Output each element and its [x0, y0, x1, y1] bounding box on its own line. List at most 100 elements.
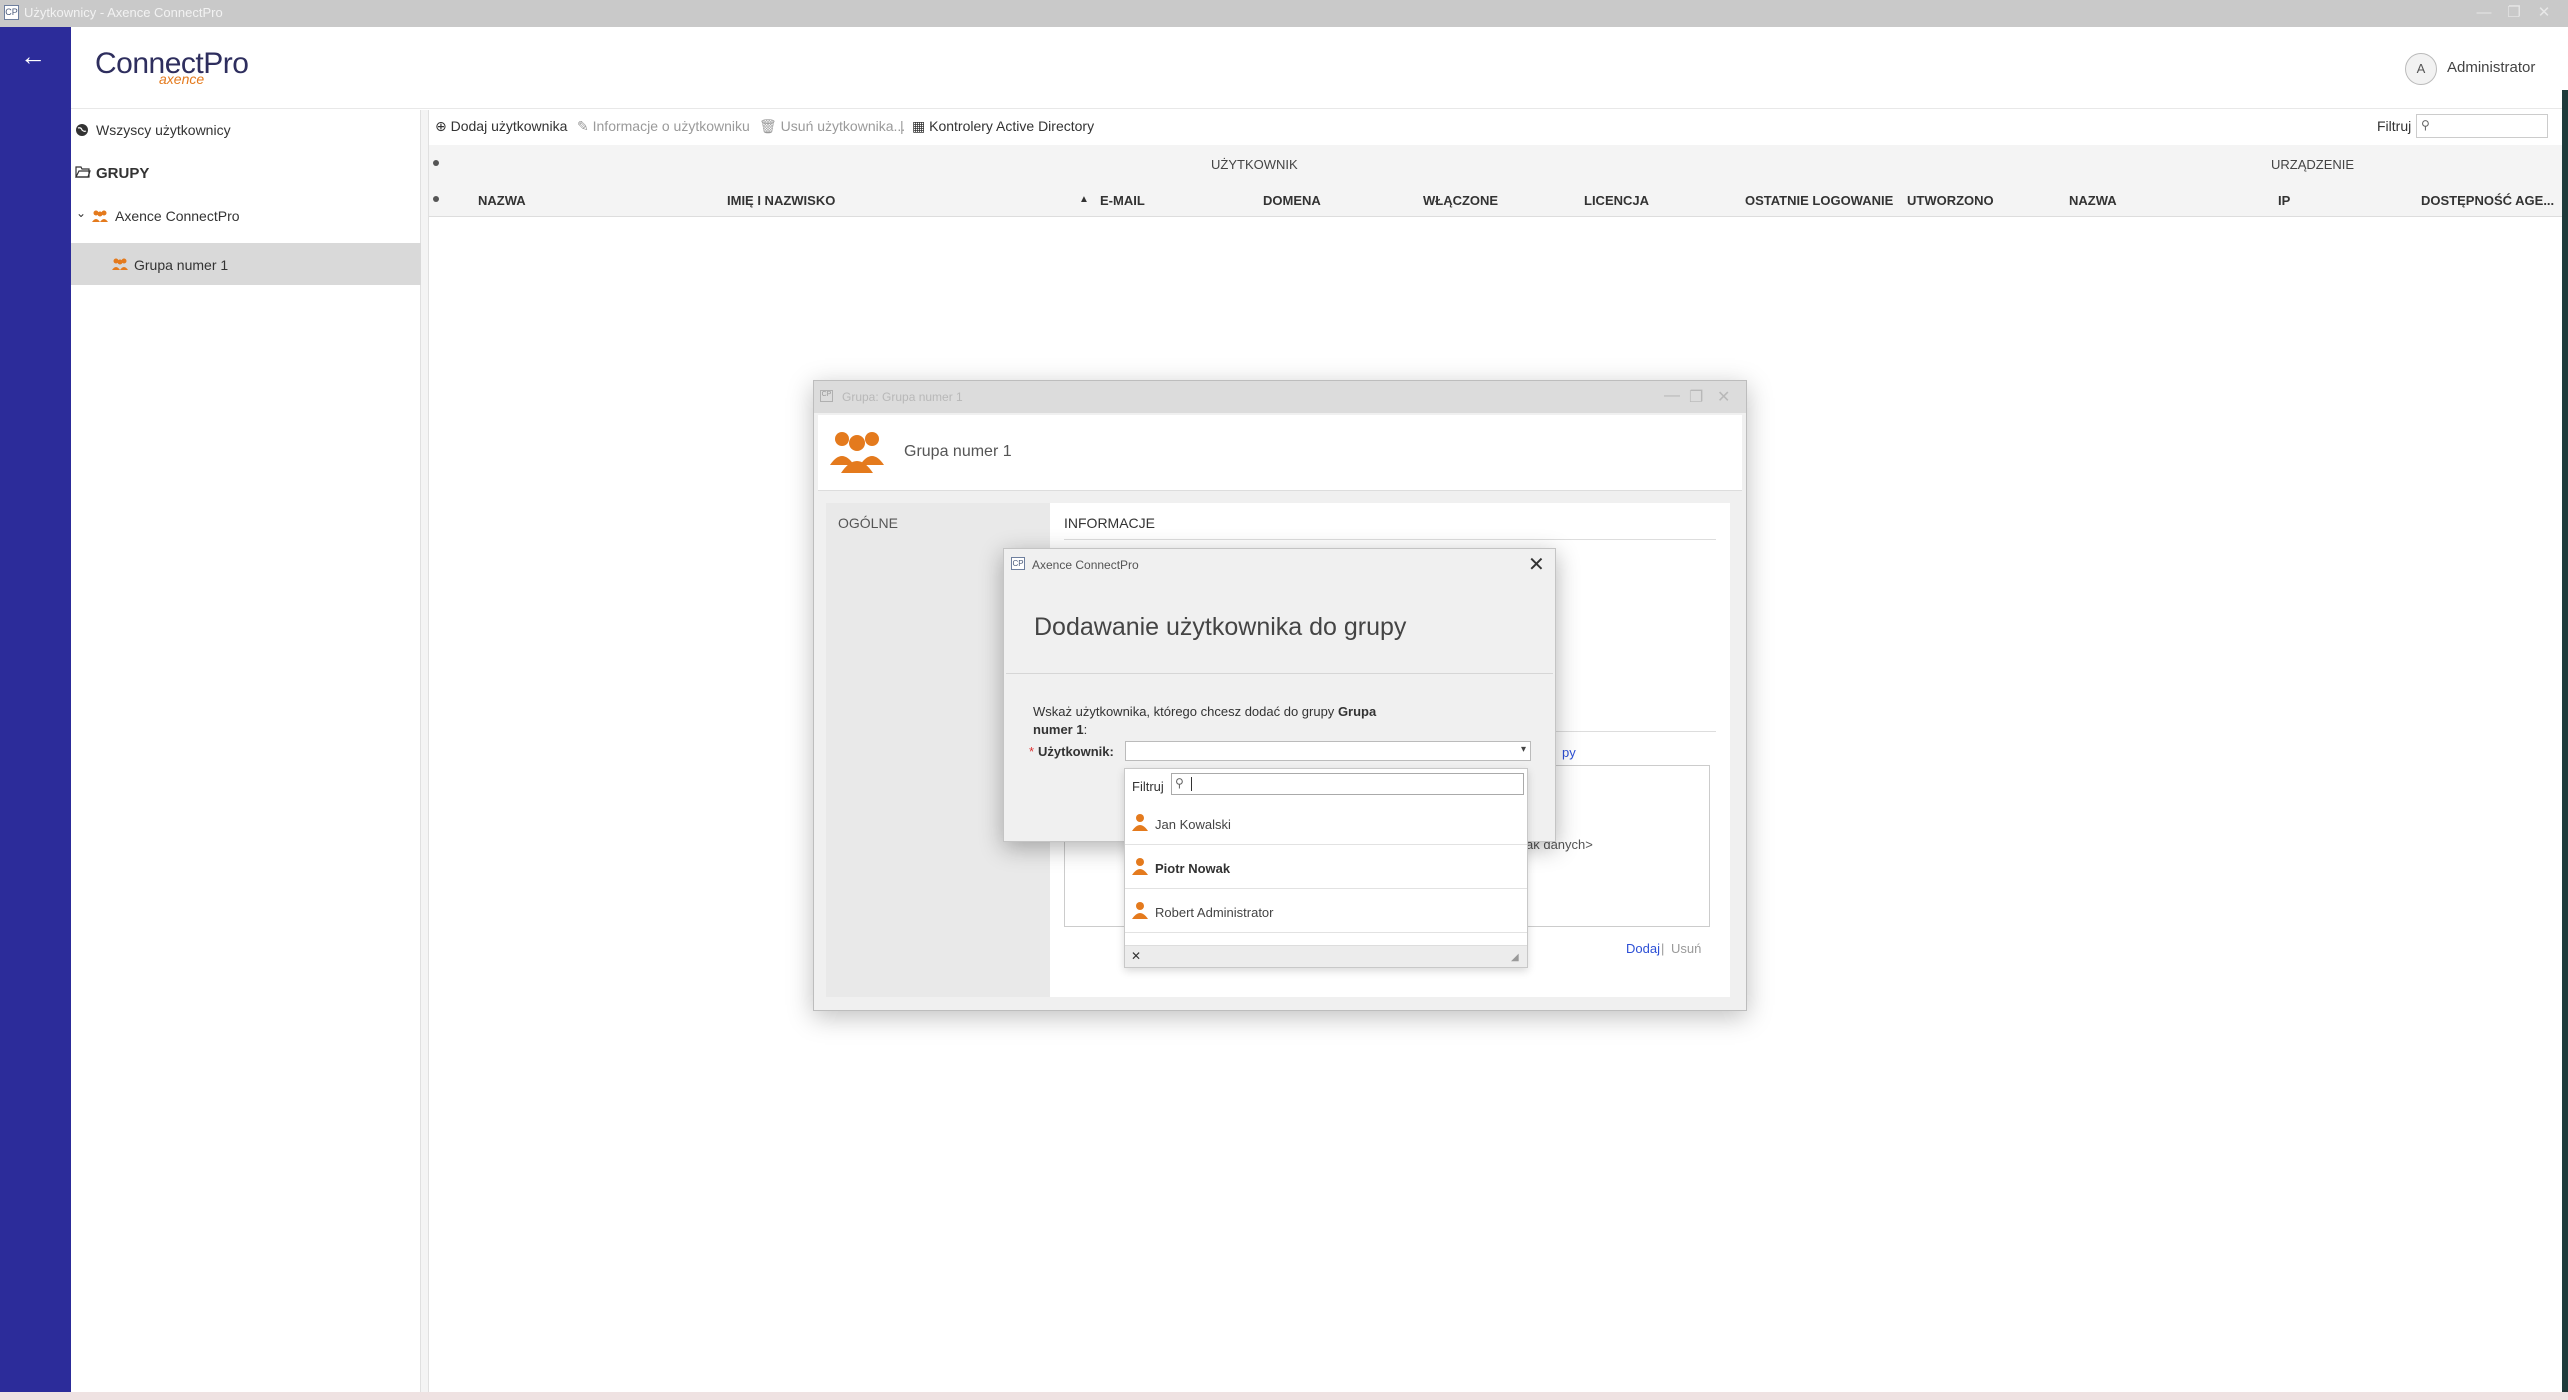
close-icon[interactable]: ✕: [1528, 552, 1545, 577]
table-header: UŻYTKOWNIK URZĄDZENIE NAZWA IMIĘ I NAZWI…: [429, 145, 2568, 217]
window-title: Użytkownicy - Axence ConnectPro: [24, 5, 223, 20]
column-header-email[interactable]: E-MAIL: [1100, 193, 1145, 208]
link-separator: |: [1661, 941, 1665, 956]
dropdown-option[interactable]: Jan Kowalski: [1125, 801, 1527, 845]
window-title-bar: CP Użytkownicy - Axence ConnectPro — ❐ ✕: [0, 0, 2568, 27]
chevron-down-icon[interactable]: ⌄: [76, 206, 86, 220]
app-logo-icon: CP: [1011, 557, 1025, 570]
column-header-last-login[interactable]: OSTATNIE LOGOWANIE: [1745, 193, 1893, 208]
server-icon: ▦: [912, 118, 926, 134]
group-window-header: Grupa numer 1: [818, 415, 1742, 491]
minimize-icon[interactable]: —: [1664, 387, 1680, 405]
avatar[interactable]: A: [2405, 53, 2437, 85]
column-header-device-name[interactable]: NAZWA: [2069, 193, 2117, 208]
group-icon: [111, 257, 129, 274]
filter-input[interactable]: ⚲: [2416, 114, 2548, 138]
dropdown-filter-label: Filtruj: [1132, 779, 1164, 794]
group-large-icon: [828, 429, 886, 478]
dialog-title-bar: CP Axence ConnectPro ✕: [1004, 549, 1555, 577]
folder-open-icon: [75, 165, 91, 182]
add-user-button[interactable]: ⊕ Dodaj użytkownika: [435, 118, 567, 135]
column-header-domain[interactable]: DOMENA: [1263, 193, 1321, 208]
close-icon[interactable]: ✕: [2530, 3, 2558, 23]
remove-member-link[interactable]: Usuń: [1671, 941, 1701, 956]
instruction-end: :: [1083, 722, 1088, 737]
tab-general[interactable]: OGÓLNE: [838, 515, 898, 531]
nav-rail: ←: [0, 27, 71, 1392]
dropdown-option[interactable]: Robert Administrator: [1125, 889, 1527, 933]
text-cursor: [1191, 777, 1192, 791]
current-user-name[interactable]: Administrator: [2447, 59, 2535, 76]
user-icon: [1132, 857, 1148, 875]
sidebar-section-groups: GRUPY: [71, 153, 421, 193]
app-header: ConnectPro axence A Administrator: [71, 27, 2568, 109]
remove-user-label: Usuń użytkownika...: [780, 118, 906, 134]
tree-item-group-1[interactable]: Grupa numer 1: [71, 243, 421, 285]
brand-logo: axence: [159, 71, 205, 87]
tree-item-label: Axence ConnectPro: [115, 208, 240, 224]
user-info-label: Informacje o użytkowniku: [592, 118, 750, 134]
column-header-name[interactable]: NAZWA: [478, 193, 526, 208]
column-header-enabled[interactable]: WŁĄCZONE: [1423, 193, 1498, 208]
dialog-title: Axence ConnectPro: [1032, 558, 1139, 572]
members-link[interactable]: py: [1562, 745, 1576, 760]
search-icon: ⚲: [1175, 776, 1184, 790]
column-header-agent-availability[interactable]: DOSTĘPNOŚĆ AGE...: [2421, 193, 2554, 208]
dropdown-option[interactable]: Piotr Nowak: [1125, 845, 1527, 889]
dropdown-arrow-icon[interactable]: ▾: [1521, 744, 1526, 755]
tree-item-root[interactable]: ⌄ Axence ConnectPro: [71, 196, 421, 236]
column-header-full-name[interactable]: IMIĘ I NAZWISKO: [727, 193, 835, 208]
sort-ascending-icon: ▲: [1079, 194, 1089, 205]
filter-label: Filtruj: [2377, 118, 2412, 134]
group-icon: [91, 209, 109, 226]
group-name: Grupa numer 1: [904, 443, 1012, 460]
pencil-icon: ✎: [577, 118, 589, 134]
groups-title: GRUPY: [96, 165, 150, 182]
back-arrow-icon[interactable]: ←: [20, 41, 46, 72]
dropdown-filter-input[interactable]: ⚲: [1171, 773, 1524, 795]
close-icon[interactable]: ✕: [1717, 387, 1730, 407]
user-icon: [1132, 813, 1148, 831]
minimize-icon[interactable]: —: [2470, 3, 2498, 23]
app-logo-icon: CP: [820, 390, 833, 402]
remove-user-button[interactable]: 🗑 Usuń użytkownika...: [759, 118, 905, 135]
column-header-created[interactable]: UTWORZONO: [1907, 193, 1994, 208]
tree-item-label: Grupa numer 1: [134, 257, 229, 273]
dialog-heading: Dodawanie użytkownika do grupy: [1034, 613, 1407, 641]
panel-splitter[interactable]: [421, 110, 429, 1392]
taskbar-strip: [0, 1392, 2568, 1400]
divider: [1006, 673, 1553, 674]
user-select[interactable]: ▾: [1125, 741, 1531, 761]
toolbar: ⊕ Dodaj użytkownika ✎ Informacje o użytk…: [429, 110, 2568, 144]
instruction-text: Wskaż użytkownika, którego chcesz dodać …: [1033, 704, 1335, 719]
app-logo-icon: CP: [4, 5, 19, 20]
restore-icon[interactable]: ❐: [2500, 3, 2528, 23]
sidebar: Wszyscy użytkownicy GRUPY ⌄ Axence Conne…: [71, 110, 421, 1392]
add-user-label: Dodaj użytkownika: [450, 118, 568, 134]
user-info-button[interactable]: ✎ Informacje o użytkowniku: [577, 118, 750, 135]
dropdown-option-label: Piotr Nowak: [1155, 861, 1231, 876]
sidebar-item-label: Wszyscy użytkownicy: [96, 122, 231, 138]
column-header-license[interactable]: LICENCJA: [1584, 193, 1649, 208]
user-dropdown: Filtruj ⚲ Jan Kowalski Piotr Nowak Rober…: [1124, 768, 1528, 968]
sidebar-item-all-users[interactable]: Wszyscy użytkownicy: [71, 110, 421, 150]
dropdown-footer: ✕ ◢: [1125, 945, 1527, 967]
required-marker: *: [1029, 744, 1035, 759]
column-header-ip[interactable]: IP: [2278, 193, 2290, 208]
plus-circle-icon: ⊕: [435, 118, 447, 134]
row-marker-icon: [433, 160, 439, 166]
user-icon: [1132, 901, 1148, 919]
add-member-link[interactable]: Dodaj: [1626, 941, 1660, 956]
user-field-label: Użytkownik:: [1038, 744, 1114, 759]
column-group-user: UŻYTKOWNIK: [1211, 157, 1298, 172]
ad-controllers-button[interactable]: ▦ Kontrolery Active Directory: [912, 118, 1094, 135]
dialog-instruction: Wskaż użytkownika, którego chcesz dodać …: [1033, 703, 1413, 739]
clear-selection-icon[interactable]: ✕: [1131, 949, 1141, 963]
search-icon: ⚲: [2421, 118, 2430, 132]
section-title-info: INFORMACJE: [1064, 515, 1155, 531]
resize-grip-icon[interactable]: ◢: [1511, 952, 1519, 963]
dropdown-option-label: Jan Kowalski: [1155, 817, 1231, 832]
maximize-icon[interactable]: ❐: [1689, 387, 1703, 407]
dropdown-option-label: Robert Administrator: [1155, 905, 1274, 920]
window-edge: [2562, 90, 2568, 1392]
